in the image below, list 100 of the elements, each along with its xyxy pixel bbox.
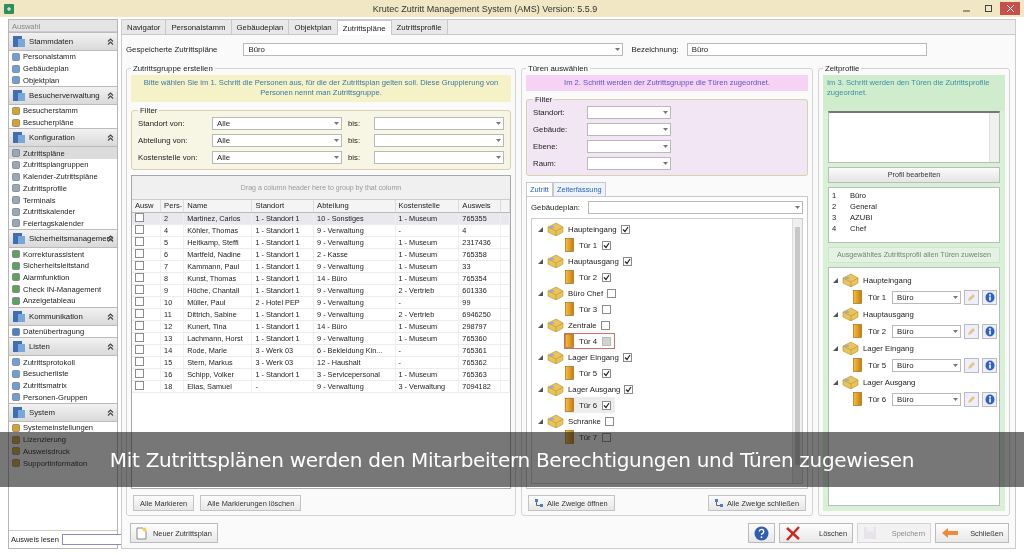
filter-dropdown[interactable] <box>587 140 671 154</box>
checkbox[interactable] <box>602 400 612 410</box>
check-icon <box>603 401 611 409</box>
close-icon <box>1006 5 1014 12</box>
checkbox[interactable] <box>135 321 144 330</box>
collapse-icon[interactable] <box>107 38 114 45</box>
info-button[interactable] <box>982 289 997 305</box>
caret-icon <box>953 295 958 299</box>
tile-icon <box>12 273 20 282</box>
tile-icon <box>12 196 20 205</box>
filter-dropdown[interactable] <box>374 116 504 130</box>
door-icon <box>853 290 862 304</box>
expander-icon[interactable] <box>538 354 543 360</box>
help-button[interactable] <box>748 523 775 543</box>
checkbox[interactable] <box>135 249 144 258</box>
tile-icon <box>12 358 20 367</box>
check-icon <box>621 225 629 233</box>
door-icon <box>565 302 574 317</box>
document-icon <box>136 526 147 540</box>
checkbox[interactable] <box>602 240 612 250</box>
checkbox[interactable] <box>135 381 144 390</box>
tile-icon <box>12 381 20 390</box>
checkbox[interactable] <box>135 261 144 270</box>
expander-icon[interactable] <box>833 345 838 351</box>
checkbox[interactable] <box>135 225 144 234</box>
filter-dropdown[interactable] <box>587 157 671 171</box>
expander-icon[interactable] <box>538 258 543 264</box>
door-icon <box>565 366 574 381</box>
filter-dropdown[interactable] <box>374 133 504 147</box>
caret-icon <box>496 121 501 125</box>
checkbox[interactable] <box>604 416 614 426</box>
tile-icon <box>12 149 20 158</box>
checkbox[interactable] <box>622 352 632 362</box>
time-profile-list[interactable] <box>828 110 1000 163</box>
tile-icon <box>12 261 20 270</box>
door-icon <box>565 238 574 253</box>
folder-icon <box>12 35 26 48</box>
pencil-icon <box>967 360 976 370</box>
building-icon <box>842 307 859 321</box>
tile-icon <box>12 296 20 305</box>
caret-icon <box>496 138 501 142</box>
checkbox[interactable] <box>607 288 617 298</box>
check-icon <box>603 241 611 249</box>
card-input[interactable] <box>61 534 122 545</box>
checkbox[interactable] <box>135 285 144 294</box>
close-button[interactable] <box>1000 2 1020 15</box>
filter-dropdown[interactable] <box>374 150 504 164</box>
checkbox[interactable] <box>135 357 144 366</box>
window-title: Krutec Zutritt Management System (AMS) Version: 5.5.9 <box>371 3 599 14</box>
checkbox[interactable] <box>135 333 144 342</box>
checkbox[interactable] <box>602 272 612 282</box>
checkbox[interactable] <box>135 369 144 378</box>
checkbox[interactable] <box>602 304 612 314</box>
scrollbar[interactable] <box>792 219 802 483</box>
info-icon <box>984 325 995 337</box>
scrollbar[interactable] <box>989 112 999 162</box>
expander-icon[interactable] <box>538 290 543 296</box>
collapse-icon[interactable] <box>107 92 114 100</box>
checkbox[interactable] <box>622 256 632 266</box>
tile-icon <box>12 64 20 73</box>
tile-icon <box>12 423 20 432</box>
caret-icon <box>615 48 621 51</box>
door-icon <box>853 392 862 406</box>
expander-icon[interactable] <box>833 311 838 317</box>
check-icon <box>623 257 631 265</box>
collapse-icon[interactable] <box>107 409 114 417</box>
checkbox[interactable] <box>602 368 612 378</box>
expander-icon[interactable] <box>833 277 838 283</box>
info-button[interactable] <box>982 357 997 373</box>
checkbox[interactable] <box>135 237 144 246</box>
check-icon <box>623 353 631 361</box>
checkbox[interactable] <box>624 384 634 394</box>
expander-icon[interactable] <box>833 379 838 385</box>
checkbox[interactable] <box>135 297 144 306</box>
expander-icon[interactable] <box>538 226 543 232</box>
building-icon <box>547 286 564 301</box>
checkbox[interactable] <box>135 273 144 282</box>
door-icon <box>565 334 574 349</box>
tile-icon <box>12 172 20 181</box>
filter-dropdown[interactable] <box>587 106 671 120</box>
checkbox[interactable] <box>602 432 612 442</box>
maximize-icon <box>984 5 992 12</box>
checkbox[interactable] <box>600 320 610 330</box>
collapse-icon[interactable] <box>107 312 114 320</box>
collapse-icon[interactable] <box>107 134 114 142</box>
info-button[interactable] <box>982 391 997 407</box>
expander-icon[interactable] <box>538 418 543 424</box>
arrow-icon <box>941 527 959 539</box>
pencil-icon <box>967 326 976 336</box>
tree-icon <box>715 499 724 507</box>
checkbox[interactable] <box>135 345 144 354</box>
expander-icon[interactable] <box>538 386 543 392</box>
expander-icon[interactable] <box>538 322 543 328</box>
tile-icon <box>12 219 20 228</box>
collapse-icon[interactable] <box>107 343 114 351</box>
filter-dropdown[interactable] <box>587 123 671 137</box>
info-button[interactable] <box>982 323 997 339</box>
checkbox[interactable] <box>135 213 144 222</box>
checkbox[interactable] <box>620 224 630 234</box>
checkbox[interactable] <box>135 309 144 318</box>
